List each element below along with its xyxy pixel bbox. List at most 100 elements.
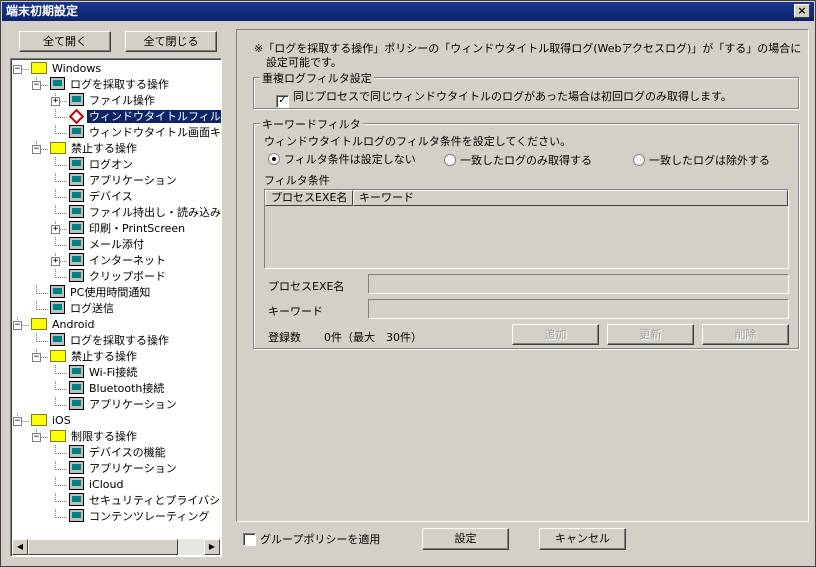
add-button[interactable]: 追加: [512, 324, 599, 345]
tree-item-label: iCloud: [89, 478, 124, 491]
collapse-all-button[interactable]: 全て閉じる: [125, 31, 217, 52]
tree-collapse-icon[interactable]: −: [32, 81, 41, 90]
radio-no-filter-indicator[interactable]: [268, 153, 280, 165]
tree-item[interactable]: ログオン: [69, 157, 135, 173]
tree-item[interactable]: アプリケーション: [69, 461, 179, 477]
keyword-filter-title: キーワードフィルタ: [260, 116, 363, 132]
radio-no-filter[interactable]: フィルタ条件は設定しない: [268, 151, 416, 167]
tree-item-label: アプリケーション: [89, 174, 177, 187]
tree-collapse-icon[interactable]: −: [32, 433, 41, 442]
duplicate-filter-label: 同じプロセスで同じウィンドウタイトルのログがあった場合は初回ログのみ取得します。: [293, 90, 732, 103]
tree-connector: [55, 245, 67, 246]
tree-item[interactable]: インターネット: [69, 253, 168, 269]
policy-tree[interactable]: コンテンツレーティング セキュリティとプライバシー iCloud アプリケーション デバ…: [10, 58, 222, 557]
tree-collapse-icon[interactable]: −: [32, 353, 41, 362]
group-policy-option[interactable]: グループポリシーを適用: [243, 531, 380, 547]
tree-connector: [55, 165, 67, 166]
tree-connector: [55, 213, 67, 214]
radio-exclude[interactable]: 一致したログは除外する: [633, 152, 770, 168]
column-process-exe[interactable]: プロセスEXE名: [265, 190, 353, 206]
group-policy-label: グループポリシーを適用: [260, 533, 381, 546]
tree-item[interactable]: デバイス: [69, 189, 135, 205]
group-policy-checkbox[interactable]: [243, 533, 256, 546]
tree-item[interactable]: アプリケーション: [69, 397, 179, 413]
duplicate-filter-checkbox[interactable]: ✓: [276, 95, 289, 108]
tree-item[interactable]: Bluetooth接続: [69, 381, 166, 397]
keyword-input[interactable]: [368, 299, 789, 319]
tree-item[interactable]: Windows: [31, 61, 103, 77]
update-button[interactable]: 更新: [607, 324, 694, 345]
tree-collapse-icon[interactable]: −: [32, 145, 41, 154]
scroll-left-icon[interactable]: ◀: [12, 539, 28, 555]
expand-all-button[interactable]: 全て開く: [19, 31, 111, 52]
diamond-icon: [68, 108, 85, 125]
tree-item[interactable]: 印刷・PrintScreen: [69, 221, 187, 237]
tree-item[interactable]: 禁止する操作: [50, 349, 139, 365]
tree-expand-icon[interactable]: +: [51, 257, 60, 266]
tree-item[interactable]: Android: [31, 317, 97, 333]
tree-item[interactable]: ログ送信: [50, 301, 116, 317]
set-button[interactable]: 設定: [422, 528, 509, 550]
cancel-button[interactable]: キャンセル: [539, 528, 626, 550]
close-button[interactable]: ×: [794, 4, 810, 18]
tree-item-label: ログを採取する操作: [70, 78, 169, 91]
computer-icon: [69, 477, 84, 490]
tree-item[interactable]: クリップボード: [69, 269, 168, 285]
filter-conditions-list[interactable]: プロセスEXE名 キーワード: [264, 189, 789, 269]
process-exe-input[interactable]: [368, 274, 789, 294]
tree-item-label: Windows: [52, 62, 102, 75]
tree-connector: [55, 173, 56, 182]
tree-collapse-icon[interactable]: −: [13, 65, 22, 74]
tree-expand-icon[interactable]: +: [51, 225, 60, 234]
tree-connector: [55, 501, 67, 502]
tree-connector: [55, 189, 56, 198]
tree-item[interactable]: ウィンドウタイトルフィルタ: [68, 108, 221, 125]
tree-item[interactable]: コンテンツレーティング: [69, 509, 211, 525]
tree-connector: [55, 509, 56, 518]
scroll-thumb[interactable]: [28, 539, 178, 555]
delete-button[interactable]: 削除: [702, 324, 789, 345]
tree-connector: [55, 133, 67, 134]
computer-icon: [69, 269, 84, 282]
radio-match-only-indicator[interactable]: [444, 154, 456, 166]
tree-item-label: ファイル操作: [89, 94, 155, 107]
computer-icon: [69, 189, 84, 202]
tree-connector: [55, 397, 56, 406]
tree-expand-icon[interactable]: +: [51, 97, 60, 106]
tree-item[interactable]: 制限する操作: [50, 429, 139, 445]
tree-item[interactable]: ファイル持出し・読み込み: [69, 205, 221, 221]
folder-icon: [31, 318, 47, 330]
tree-item[interactable]: ファイル操作: [69, 93, 157, 109]
tree-collapse-icon[interactable]: −: [13, 417, 22, 426]
tree-collapse-icon[interactable]: −: [13, 321, 22, 330]
tree-connector: [55, 381, 56, 390]
duplicate-filter-option[interactable]: ✓ 同じプロセスで同じウィンドウタイトルのログがあった場合は初回ログのみ取得します…: [276, 88, 732, 108]
tree-connector: [55, 469, 67, 470]
tree-item[interactable]: Wi-Fi接続: [69, 365, 139, 381]
scroll-right-icon[interactable]: ▶: [204, 539, 220, 555]
tree-item[interactable]: 禁止する操作: [50, 141, 139, 157]
radio-match-only[interactable]: 一致したログのみ取得する: [444, 152, 592, 168]
tree-item[interactable]: デバイスの機能: [69, 445, 168, 461]
tree-connector: [55, 477, 56, 486]
tree-item[interactable]: セキュリティとプライバシー: [69, 493, 221, 509]
tree-item[interactable]: PC使用時間通知: [50, 285, 152, 301]
tree-item[interactable]: iCloud: [69, 477, 125, 493]
computer-icon: [69, 461, 84, 474]
tree-item-label: アプリケーション: [89, 462, 177, 475]
tree-item-label: ファイル持出し・読み込み: [89, 206, 221, 219]
tree-item-label: Android: [52, 318, 95, 331]
tree-item[interactable]: アプリケーション: [69, 173, 179, 189]
tree-connector: [36, 341, 48, 342]
tree-item-label: Wi-Fi接続: [89, 366, 138, 379]
tree-item-label: クリップボード: [89, 270, 166, 283]
tree-item[interactable]: iOS: [31, 413, 73, 429]
radio-exclude-indicator[interactable]: [633, 154, 645, 166]
horizontal-scrollbar[interactable]: ◀ ▶: [12, 539, 220, 555]
keyword-filter-instruction: ウィンドウタイトルログのフィルタ条件を設定してください。: [264, 135, 572, 148]
tree-item[interactable]: ログを採取する操作: [50, 77, 171, 93]
tree-item[interactable]: ウィンドウタイトル画面キャ: [69, 125, 221, 141]
tree-item[interactable]: ログを採取する操作: [50, 333, 171, 349]
column-keyword[interactable]: キーワード: [353, 190, 788, 206]
tree-item[interactable]: メール添付: [69, 237, 146, 253]
